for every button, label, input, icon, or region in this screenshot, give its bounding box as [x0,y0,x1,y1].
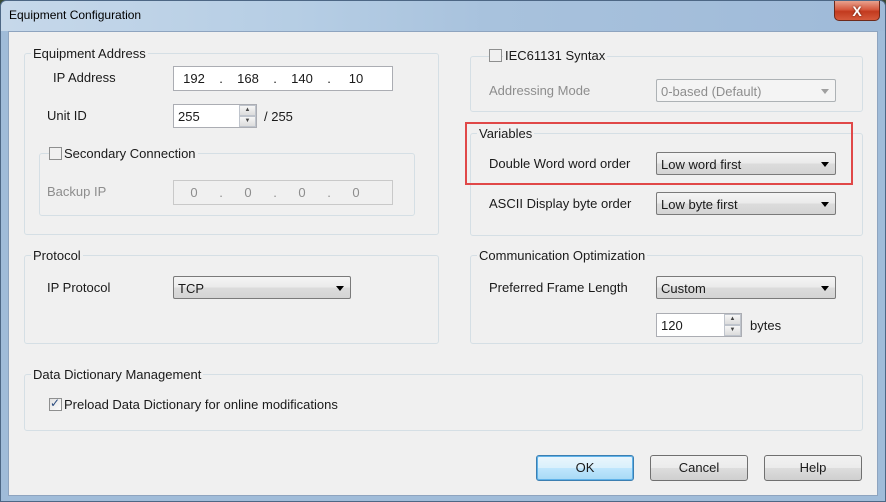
unit-id-label: Unit ID [47,108,87,123]
backup-ip-octet-4[interactable]: 0 [336,185,376,200]
backup-ip-octet-1[interactable]: 0 [174,185,214,200]
equipment-address-legend: Equipment Address [31,46,148,61]
protocol-group [24,255,439,344]
frame-bytes-spinner[interactable]: 120 ▲ ▼ [656,313,742,337]
ip-octet-1[interactable]: 192 [174,71,214,86]
close-icon: X [852,2,862,19]
chevron-down-icon [821,89,829,94]
ok-button[interactable]: OK [536,455,634,481]
backup-ip-input[interactable]: 0 . 0 . 0 . 0 [173,180,393,205]
ascii-byte-order-label: ASCII Display byte order [489,196,632,211]
ip-address-label: IP Address [53,70,116,85]
spin-up-icon[interactable]: ▲ [239,105,256,116]
data-dictionary-legend: Data Dictionary Management [31,367,204,382]
bytes-label: bytes [750,318,782,333]
chevron-down-icon [821,202,829,207]
unit-id-max: / 255 [264,109,293,124]
iec61131-label[interactable]: IEC61131 Syntax [503,48,608,63]
cancel-button[interactable]: Cancel [650,455,748,481]
ip-octet-2[interactable]: 168 [228,71,268,86]
frame-bytes-value: 120 [661,318,683,333]
preload-data-dictionary-label[interactable]: Preload Data Dictionary for online modif… [64,397,338,412]
preferred-frame-length-label: Preferred Frame Length [489,280,628,295]
title-bar[interactable]: Equipment Configuration [1,1,885,31]
spin-up-icon[interactable]: ▲ [724,314,741,325]
unit-id-spinner[interactable]: 255 ▲ ▼ [173,104,257,128]
ip-octet-3[interactable]: 140 [282,71,322,86]
backup-ip-octet-2[interactable]: 0 [228,185,268,200]
secondary-connection-checkbox[interactable] [49,147,62,160]
spin-down-icon[interactable]: ▼ [724,325,741,336]
addressing-mode-label: Addressing Mode [489,83,591,98]
protocol-legend: Protocol [31,248,83,263]
ascii-byte-order-select[interactable]: Low byte first [656,192,836,215]
window-title: Equipment Configuration [9,8,142,22]
preload-data-dictionary-checkbox[interactable]: ✓ [49,396,62,411]
communication-optimization-legend: Communication Optimization [477,248,648,263]
close-button[interactable]: X [834,1,880,21]
ascii-byte-order-value: Low byte first [661,197,738,212]
iec61131-checkbox[interactable] [489,49,502,62]
dialog-window: Equipment Configuration X Equipment Addr… [0,0,886,502]
checkmark-icon: ✓ [50,396,61,410]
ip-octet-4[interactable]: 10 [336,71,376,86]
backup-ip-label: Backup IP [47,184,107,199]
ip-protocol-label: IP Protocol [47,280,111,295]
unit-id-value: 255 [178,109,200,124]
ip-protocol-select[interactable]: TCP [173,276,351,299]
backup-ip-octet-3[interactable]: 0 [282,185,322,200]
chevron-down-icon [821,286,829,291]
highlight-box [465,122,853,185]
preferred-frame-length-value: Custom [661,281,706,296]
addressing-mode-select[interactable]: 0-based (Default) [656,79,836,102]
chevron-down-icon [336,286,344,291]
secondary-connection-label[interactable]: Secondary Connection [62,146,198,161]
addressing-mode-value: 0-based (Default) [661,84,762,99]
preferred-frame-length-select[interactable]: Custom [656,276,836,299]
ip-protocol-value: TCP [178,281,204,296]
dialog-client-area: Equipment Address IP Address 192 . 168 .… [8,31,878,496]
ip-address-input[interactable]: 192 . 168 . 140 . 10 [173,66,393,91]
help-button[interactable]: Help [764,455,862,481]
spin-down-icon[interactable]: ▼ [239,116,256,127]
